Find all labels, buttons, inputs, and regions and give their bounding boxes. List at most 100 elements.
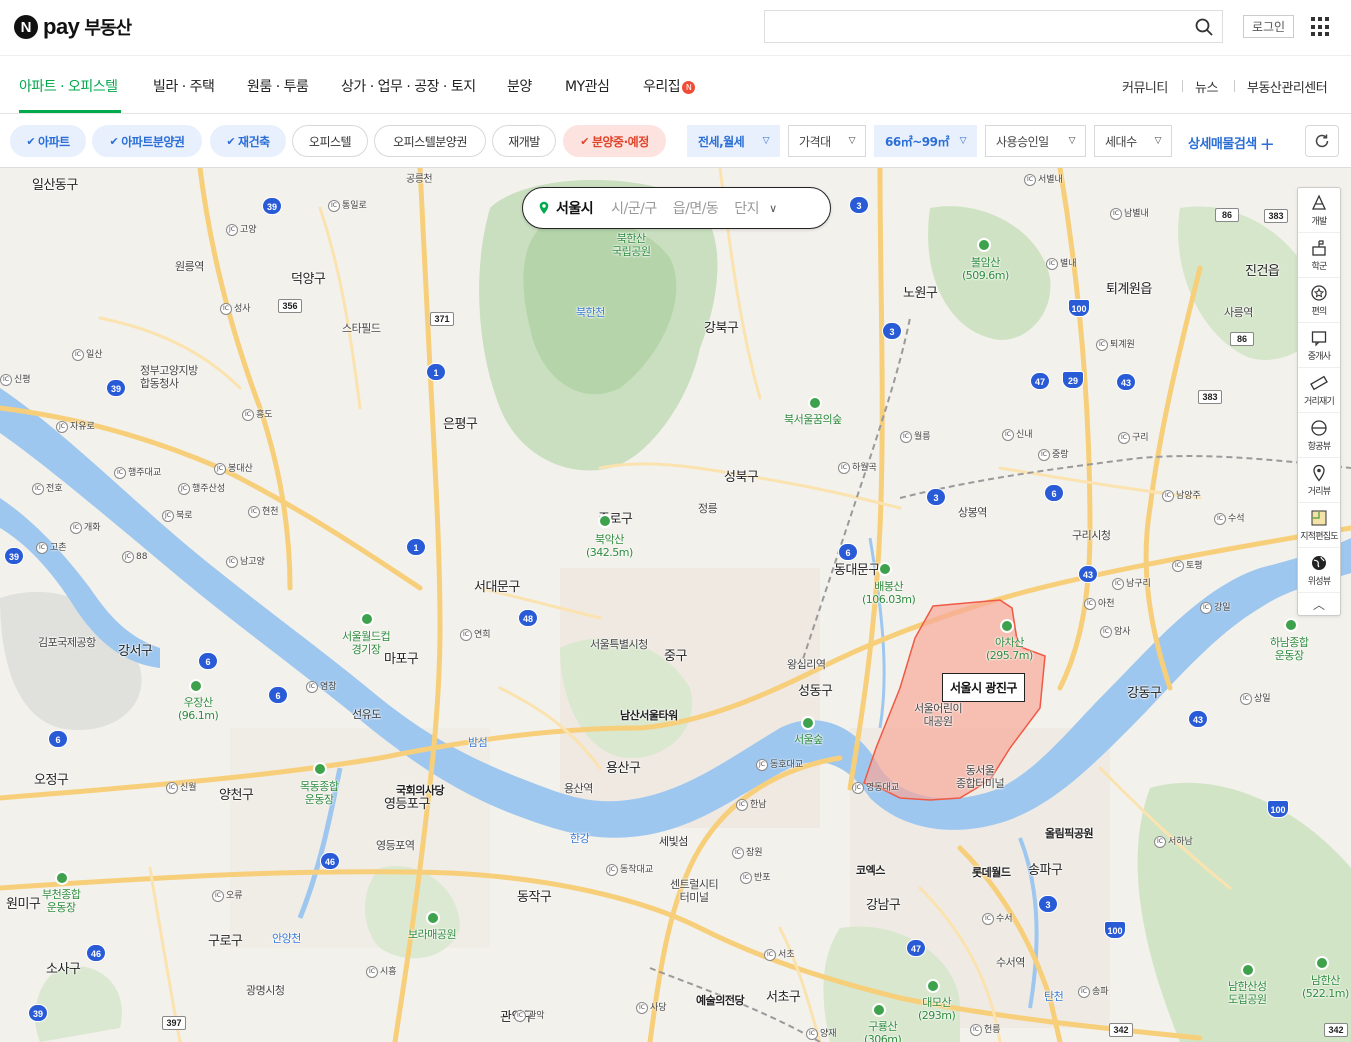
filter-chip-presale-upcoming[interactable]: ✔ 분양중·예정 xyxy=(563,125,666,157)
select-district[interactable]: 시/군/구 xyxy=(611,198,657,218)
route-shield: 43 xyxy=(1078,565,1098,583)
mountain-pin-icon xyxy=(926,979,940,993)
nav-my-home-label: 우리집 xyxy=(643,79,681,95)
route-shield: 3 xyxy=(926,488,946,506)
national-route-shield: 86 xyxy=(1230,332,1254,346)
location-selector[interactable]: 서울시 시/군/구 읍/면/동 단지 ∨ xyxy=(522,187,831,229)
poi-label: 남산서울타워 xyxy=(620,709,678,722)
district-label: 은평구 xyxy=(443,417,478,432)
mountain-pin-icon xyxy=(1000,619,1014,633)
select-dong[interactable]: 읍/면/동 xyxy=(673,198,719,218)
expressway-shield: 29 xyxy=(1062,371,1084,389)
filter-chip-reconstruction[interactable]: ✔ 재건축 xyxy=(210,125,286,157)
dropdown-approval-date[interactable]: 사용승인일 ▽ xyxy=(985,125,1086,157)
refresh-button[interactable] xyxy=(1305,125,1339,157)
poi-label: 정부고양지방 합동청사 xyxy=(140,364,198,390)
dropdown-lease-type[interactable]: 전세,월세 ▽ xyxy=(687,125,780,157)
street-view-icon xyxy=(1313,464,1325,482)
ic-label: IC 일산 xyxy=(72,347,103,361)
mountain-pin-icon xyxy=(189,679,203,693)
selected-district-label[interactable]: 서울시 광진구 xyxy=(942,673,1025,702)
nav-villa-house[interactable]: 빌라 · 주택 xyxy=(153,76,215,96)
ic-label: JC 봉대산 xyxy=(214,461,253,475)
tool-agents[interactable]: 중개사 xyxy=(1298,323,1340,368)
logo-pay-text: pay xyxy=(43,14,80,39)
tool-street-view[interactable]: 거리뷰 xyxy=(1298,458,1340,503)
nav-news[interactable]: 뉴스 xyxy=(1195,77,1218,96)
detail-search-button[interactable]: 상세매물검색 + xyxy=(1188,133,1275,155)
mountain-label: 배봉산 (106.03m) xyxy=(862,580,916,606)
tool-cadastral-map[interactable]: 지적편집도 xyxy=(1298,503,1340,548)
tool-aerial-view[interactable]: 항공뷰 xyxy=(1298,413,1340,458)
npay-logo[interactable]: N pay 부동산 xyxy=(14,13,132,41)
stadium-label: 하남종합 운동장 xyxy=(1270,636,1309,662)
filter-chip-redevelopment[interactable]: 재개발 xyxy=(492,125,556,157)
login-button[interactable]: 로그인 xyxy=(1243,15,1294,38)
search-icon[interactable] xyxy=(1194,17,1214,37)
select-complex[interactable]: 단지 xyxy=(734,198,759,218)
nav-my-interest[interactable]: MY관심 xyxy=(565,76,610,96)
mountain-pin-icon xyxy=(878,562,892,576)
agent-icon xyxy=(1311,330,1327,346)
district-label: 서대문구 xyxy=(474,580,520,595)
apps-grid-icon[interactable] xyxy=(1311,17,1331,37)
chevron-down-icon: ▽ xyxy=(959,136,967,146)
ic-label: IC 신평 xyxy=(0,372,31,386)
route-shield: 46 xyxy=(86,944,106,962)
chevron-down-icon: ▽ xyxy=(762,136,770,146)
tool-label: 편의 xyxy=(1311,306,1328,317)
mountain-label: 불암산 (509.6m) xyxy=(962,256,1009,282)
ic-label: JC 북로 xyxy=(162,508,193,522)
park-pin-icon xyxy=(808,396,822,410)
ic-label: IC 연희 xyxy=(460,627,491,641)
ic-label: IC 퇴계원 xyxy=(1096,337,1135,351)
filter-chip-officetel-presale[interactable]: 오피스텔분양권 xyxy=(374,125,486,157)
tool-convenience[interactable]: 편의 xyxy=(1298,278,1340,323)
dropdown-area[interactable]: 66㎡~99㎡ ▽ xyxy=(874,125,977,157)
route-shield: 39 xyxy=(106,379,126,397)
tool-satellite-view[interactable]: 위성뷰 xyxy=(1298,548,1340,593)
search-input[interactable] xyxy=(765,11,1185,42)
check-icon: ✔ xyxy=(580,134,589,148)
ic-label: IC 암사 xyxy=(1100,624,1131,638)
filter-chip-apartment[interactable]: ✔ 아파트 xyxy=(10,125,86,157)
tool-school-district[interactable]: 학군 xyxy=(1298,233,1340,278)
ic-label: IC 남구리 xyxy=(1112,576,1151,590)
dropdown-household-count[interactable]: 세대수 ▽ xyxy=(1094,125,1172,157)
nav-my-home[interactable]: 우리집 N xyxy=(643,76,696,96)
tool-label: 지적편집도 xyxy=(1300,531,1338,542)
collapse-tools-button[interactable]: ︿ xyxy=(1298,593,1340,615)
stream-label: 안양천 xyxy=(272,932,301,945)
route-shield: 43 xyxy=(1188,710,1208,728)
chevron-down-icon[interactable]: ∨ xyxy=(769,202,777,215)
tool-label: 거리재기 xyxy=(1304,396,1335,407)
ic-label: IC 남고양 xyxy=(226,554,265,568)
selected-city[interactable]: 서울시 xyxy=(556,198,594,218)
ic-label: IC 사당 xyxy=(636,1000,667,1014)
nav-presale[interactable]: 분양 xyxy=(507,76,532,96)
filter-chip-apt-presale-right[interactable]: ✔ 아파트분양권 xyxy=(92,125,202,157)
route-shield: 39 xyxy=(4,547,24,565)
route-shield: 46 xyxy=(320,852,340,870)
national-route-shield: 342 xyxy=(1324,1023,1348,1037)
ic-label: IC 헌릉 xyxy=(970,1022,1001,1036)
nav-apt-officetel[interactable]: 아파트 · 오피스텔 xyxy=(19,76,118,96)
active-tab-indicator xyxy=(19,110,121,113)
location-pin-icon xyxy=(539,201,549,214)
nav-commercial-land[interactable]: 상가 · 업무 · 공장 · 토지 xyxy=(341,76,476,96)
district-label: 원미구 xyxy=(6,897,41,912)
district-label: 강서구 xyxy=(118,644,153,659)
route-shield: 6 xyxy=(48,730,68,748)
chevron-down-icon: ▽ xyxy=(1154,136,1162,146)
search-box[interactable] xyxy=(764,10,1223,43)
tool-development[interactable]: 개발 xyxy=(1298,188,1340,233)
map-canvas[interactable]: 일산동구 덕양구 노원구 강북구 은평구 성북구 종로구 서대문구 마포구 중구… xyxy=(0,168,1351,1042)
nav-agent-center[interactable]: 부동산관리센터 xyxy=(1247,77,1328,96)
filter-chip-officetel[interactable]: 오피스텔 xyxy=(292,125,368,157)
dropdown-price[interactable]: 가격대 ▽ xyxy=(788,125,866,157)
nav-oneroom-tworoom[interactable]: 원룸 · 투룸 xyxy=(247,76,309,96)
nav-community[interactable]: 커뮤니티 xyxy=(1122,77,1168,96)
ic-label: IC 수석 xyxy=(1214,511,1245,525)
tool-measure-distance[interactable]: 거리재기 xyxy=(1298,368,1340,413)
ic-label: IC 염창 xyxy=(306,679,337,693)
